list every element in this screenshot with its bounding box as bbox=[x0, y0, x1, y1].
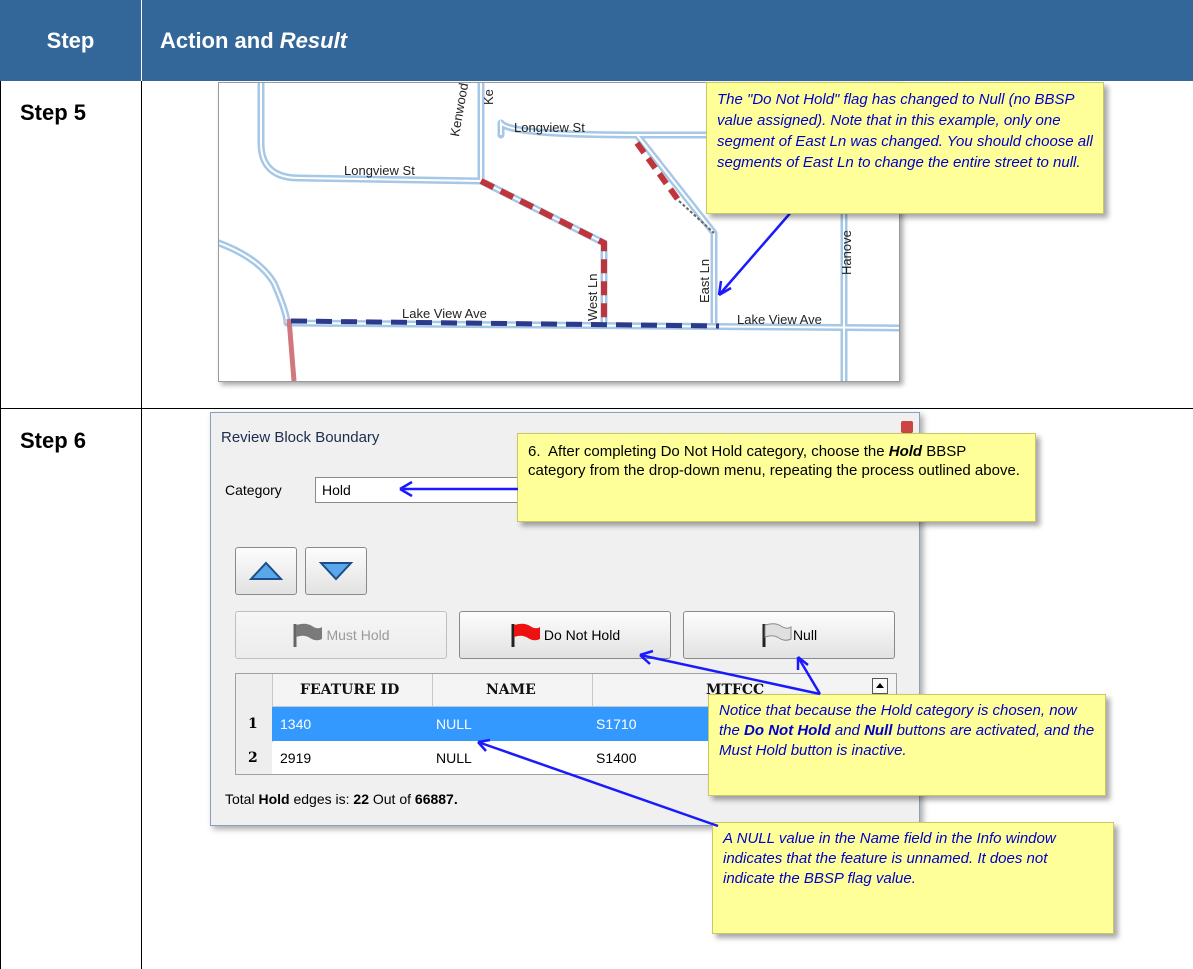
status-category: Hold bbox=[258, 791, 290, 807]
table-row-divider bbox=[0, 408, 1193, 409]
callout-null-flag-text: The "Do Not Hold" flag has changed to Nu… bbox=[717, 91, 1093, 171]
status-count: 22 bbox=[353, 791, 369, 807]
label-kenwood-partial: Ke bbox=[481, 89, 496, 105]
label-longview-top: Longview St bbox=[514, 120, 585, 135]
callout-buttons-notice: Notice that because the Hold category is… bbox=[708, 694, 1106, 796]
column-feature-id[interactable]: FEATURE ID bbox=[300, 682, 399, 698]
dialog-close-button[interactable] bbox=[901, 421, 913, 433]
triangle-down-icon bbox=[318, 562, 354, 581]
do-not-hold-button[interactable]: Do Not Hold bbox=[459, 611, 671, 659]
row-feature-id: 1340 bbox=[280, 716, 312, 732]
label-lake-view-right: Lake View Ave bbox=[737, 312, 822, 327]
column-name[interactable]: NAME bbox=[486, 682, 536, 698]
move-down-button[interactable] bbox=[305, 547, 367, 595]
category-value: Hold bbox=[322, 482, 351, 498]
must-hold-label: Must Hold bbox=[326, 627, 390, 643]
move-up-button[interactable] bbox=[235, 547, 297, 595]
scroll-up-icon bbox=[876, 683, 884, 688]
null-button[interactable]: Null bbox=[683, 611, 895, 659]
header-step: Step bbox=[0, 0, 141, 81]
row-mtfcc: S1400 bbox=[596, 750, 637, 766]
gray-flag-icon bbox=[293, 623, 323, 647]
row-feature-id: 2919 bbox=[280, 750, 312, 766]
road-left-curve bbox=[219, 239, 291, 327]
step-6-label: Step 6 bbox=[20, 428, 87, 453]
row-name: NULL bbox=[436, 716, 472, 732]
red-flag-icon bbox=[511, 623, 540, 647]
category-label: Category bbox=[225, 482, 282, 498]
header-action: Action and Result bbox=[160, 0, 348, 81]
segment-do-not-hold-east bbox=[634, 141, 682, 203]
header-step-label: Step bbox=[46, 27, 95, 53]
null-label: Null bbox=[792, 627, 818, 643]
row-name: NULL bbox=[436, 750, 472, 766]
header-divider bbox=[141, 0, 142, 81]
table-border-left bbox=[0, 81, 1, 969]
label-lake-view-left: Lake View Ave bbox=[402, 306, 487, 321]
must-hold-button[interactable]: Must Hold bbox=[235, 611, 447, 659]
row-number: 1 bbox=[248, 716, 258, 732]
total-edges-status: Total Hold edges is: 22 Out of 66887. bbox=[225, 791, 458, 807]
notice-bold-null: Null bbox=[864, 722, 893, 739]
row-number: 2 bbox=[248, 750, 258, 766]
dialog-title: Review Block Boundary bbox=[221, 429, 380, 446]
label-east-ln: East Ln bbox=[697, 258, 712, 303]
callout-null-name-text: A NULL value in the Name field in the In… bbox=[723, 830, 1056, 887]
callout-null-name: A NULL value in the Name field in the In… bbox=[712, 822, 1114, 934]
do-not-hold-label: Do Not Hold bbox=[543, 627, 621, 643]
row-mtfcc: S1710 bbox=[596, 716, 637, 732]
status-total: 66887. bbox=[414, 791, 458, 807]
callout-hold-instruction: 6. After completing Do Not Hold category… bbox=[517, 433, 1036, 522]
callout-null-flag: The "Do Not Hold" flag has changed to Nu… bbox=[706, 82, 1104, 214]
notice-bold-do-not-hold: Do Not Hold bbox=[744, 722, 831, 739]
header-result-label: Result bbox=[279, 27, 348, 53]
grid-scroll-up-button[interactable] bbox=[872, 678, 888, 694]
table-column-divider bbox=[141, 81, 142, 969]
white-flag-icon bbox=[762, 623, 792, 647]
triangle-up-icon bbox=[248, 561, 284, 580]
header-action-label: Action and bbox=[160, 27, 280, 53]
step-5-label: Step 5 bbox=[20, 100, 87, 125]
callout-hold-bold: Hold bbox=[888, 443, 923, 460]
road-pink-south bbox=[286, 318, 297, 381]
label-longview-left: Longview St bbox=[344, 163, 415, 178]
callout-arrow-map bbox=[718, 202, 800, 296]
label-hanover: Hanove bbox=[839, 230, 854, 275]
label-west-ln: West Ln bbox=[585, 273, 600, 321]
